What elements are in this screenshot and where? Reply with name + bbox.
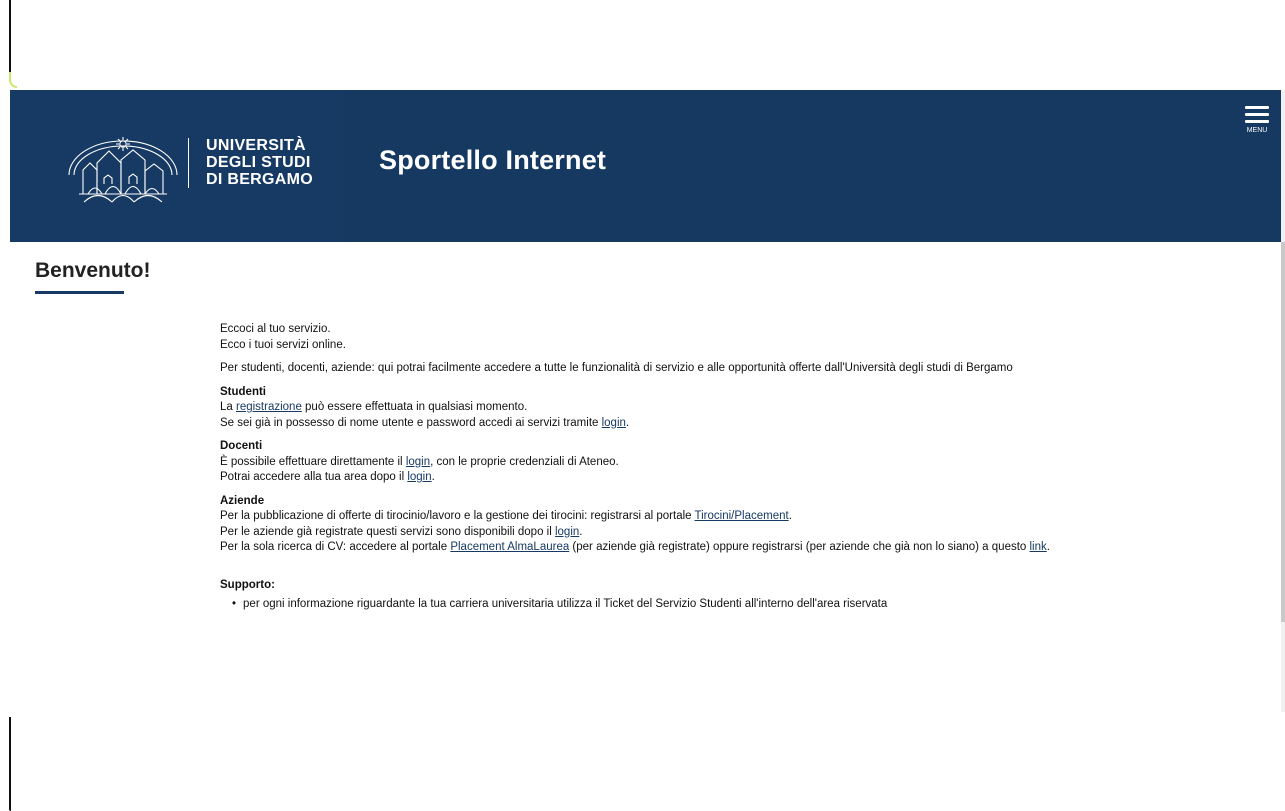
- support-heading: Supporto:: [220, 578, 275, 591]
- studenti-heading: Studenti: [220, 385, 266, 398]
- studenti-text-1b: può essere effettuata in qualsiasi momen…: [301, 401, 528, 413]
- support-list: per ogni informazione riguardante la tua…: [232, 597, 1100, 613]
- left-edge-top: [9, 0, 11, 80]
- studenti-text-2b: .: [625, 416, 630, 429]
- university-name[interactable]: UNIVERSITÀ DEGLI STUDI DI BERGAMO: [206, 137, 313, 188]
- aziende-heading: Aziende: [220, 494, 265, 507]
- aziende-text-3c: .: [1046, 541, 1050, 553]
- university-name-line-1: UNIVERSITÀ: [206, 137, 306, 154]
- studenti-text-1a: La: [220, 401, 236, 413]
- placement-almalaurea-link[interactable]: Placement AlmaLaurea: [450, 541, 569, 553]
- section-studenti: Studenti La registrazione può essere eff…: [220, 385, 1100, 432]
- tirocini-placement-link[interactable]: Tirocini/Placement: [695, 510, 789, 522]
- docenti-login-link-1[interactable]: login: [406, 456, 430, 468]
- docenti-text-1a: È possibile effettuare direttamente il: [220, 455, 406, 468]
- aziende-text-1a: Per la pubblicazione di offerte di tiroc…: [220, 510, 695, 522]
- intro-line-1: Eccoci al tuo servizio.: [220, 323, 331, 335]
- aziende-text-2a: Per le aziende già registrate questi ser…: [220, 525, 555, 538]
- intro-description: Per studenti, docenti, aziende: qui potr…: [220, 362, 1013, 374]
- studenti-text-2a: Se sei già in possesso di nome utente e …: [220, 416, 602, 429]
- menu-label: MENU: [1246, 127, 1268, 134]
- logo-separator: [188, 138, 189, 188]
- page-scrollbar-thumb[interactable]: [1281, 242, 1285, 622]
- docenti-text-2b: .: [431, 471, 435, 483]
- registrazione-link[interactable]: registrazione: [236, 401, 302, 413]
- aziende-text-1b: .: [788, 510, 792, 522]
- menu-button[interactable]: MENU: [1245, 106, 1269, 134]
- aziende-text-3b: (per aziende già registrate) oppure regi…: [569, 541, 1030, 553]
- docenti-text-1b: , con le proprie credenziali di Ateneo.: [430, 455, 619, 468]
- aziende-register-link[interactable]: link: [1030, 541, 1047, 553]
- university-name-line-3: DI BERGAMO: [206, 171, 313, 188]
- browser-bottom-area: [0, 712, 1285, 811]
- section-support: Supporto: per ogni informazione riguarda…: [220, 578, 1100, 613]
- docenti-heading: Docenti: [220, 440, 263, 452]
- hamburger-icon: [1245, 106, 1269, 123]
- left-edge-bottom: [9, 717, 11, 811]
- intro-block: Eccoci al tuo servizio. Ecco i tuoi serv…: [220, 322, 1100, 353]
- main-content: Eccoci al tuo servizio. Ecco i tuoi serv…: [220, 322, 1100, 613]
- section-aziende: Aziende Per la pubblicazione di offerte …: [220, 494, 1100, 556]
- docenti-login-link-2[interactable]: login: [407, 471, 431, 483]
- university-name-line-2: DEGLI STUDI: [206, 154, 311, 171]
- aziende-text-2b: .: [579, 525, 583, 538]
- section-docenti: Docenti È possibile effettuare direttame…: [220, 439, 1100, 486]
- docenti-text-2a: Potrai accedere alla tua area dopo il: [220, 471, 408, 483]
- studenti-login-link[interactable]: login: [602, 417, 626, 429]
- aziende-login-link[interactable]: login: [555, 526, 579, 538]
- university-seal-icon: [68, 137, 178, 203]
- browser-top-area: [0, 0, 1285, 90]
- aziende-text-3a: Per la sola ricerca di CV: accedere al p…: [220, 541, 451, 553]
- university-logo[interactable]: [59, 128, 187, 212]
- page-title: Benvenuto!: [35, 259, 151, 282]
- site-title: Sportello Internet: [379, 145, 607, 175]
- intro-line-2: Ecco i tuoi servizi online.: [220, 338, 346, 351]
- support-item: per ogni informazione riguardante la tua…: [232, 597, 1100, 613]
- site-header: UNIVERSITÀ DEGLI STUDI DI BERGAMO Sporte…: [10, 90, 1281, 242]
- page-title-underline: [35, 291, 124, 294]
